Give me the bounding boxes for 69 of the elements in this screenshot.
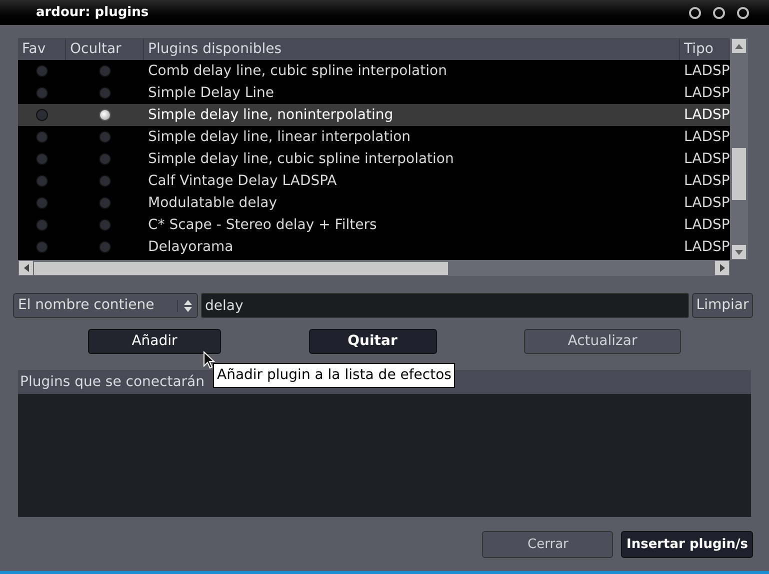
action-button[interactable]: Añadir (88, 329, 221, 354)
plugin-name: Modulatable delay (147, 194, 278, 212)
plugin-row[interactable]: Simple Delay Line LADSP (18, 82, 730, 104)
clear-button[interactable]: Limpiar (692, 293, 753, 318)
window-control-icon[interactable] (689, 6, 701, 18)
filter-mode-dropdown[interactable]: El nombre contiene (13, 293, 198, 318)
plugin-name: Simple delay line, noninterpolating (147, 106, 394, 124)
action-button[interactable]: Actualizar (524, 329, 681, 354)
scroll-left-icon[interactable] (19, 261, 33, 275)
column-header[interactable]: Tipo (680, 38, 714, 60)
plugin-row[interactable]: Simple delay line, noninterpolating LADSP (18, 104, 730, 126)
hide-radio[interactable] (99, 241, 111, 253)
scroll-down-icon[interactable] (732, 245, 746, 259)
favorite-radio[interactable] (36, 153, 48, 165)
window-control-icon[interactable] (713, 6, 725, 18)
favorite-radio[interactable] (36, 131, 48, 143)
hide-radio[interactable] (99, 153, 111, 165)
plugin-row[interactable]: Calf Vintage Delay LADSPA LADSP (18, 170, 730, 192)
favorite-radio[interactable] (36, 65, 48, 77)
plugin-name: Calf Vintage Delay LADSPA (147, 172, 338, 190)
favorite-radio[interactable] (36, 219, 48, 231)
plugin-row[interactable]: Modulatable delay LADSP (18, 192, 730, 214)
favorite-radio[interactable] (36, 197, 48, 209)
plugin-type: LADSP (683, 172, 730, 190)
footer-button[interactable]: Cerrar (482, 531, 614, 558)
hide-radio[interactable] (99, 131, 111, 143)
plugin-name: Simple delay line, linear interpolation (147, 128, 412, 146)
plugin-type: LADSP (683, 194, 730, 212)
plugin-name: Comb delay line, cubic spline interpolation (147, 62, 448, 80)
panel-title: Plugins que se conectarán (20, 372, 205, 392)
filter-field[interactable]: delay (201, 293, 689, 318)
hide-radio[interactable] (99, 219, 111, 231)
vertical-scrollbar[interactable] (730, 38, 748, 260)
footer-button[interactable]: Insertar plugin/s (621, 531, 753, 558)
plugin-type: LADSP (683, 84, 730, 102)
plugin-row[interactable]: Simple delay line, cubic spline interpolation LADSP (18, 148, 730, 170)
plugin-type: LADSP (683, 106, 730, 124)
action-button[interactable]: Quitar (308, 329, 436, 354)
plugin-row[interactable]: C* Scape - Stereo delay + Filters LADSP (18, 214, 730, 236)
scroll-up-icon[interactable] (732, 39, 746, 53)
window-control-icon[interactable] (737, 6, 749, 18)
horizontal-scrollbar[interactable] (18, 260, 730, 276)
plugin-row[interactable]: Comb delay line, cubic spline interpolation LADSP (18, 60, 730, 82)
hide-radio[interactable] (99, 109, 111, 121)
scroll-thumb[interactable] (34, 262, 448, 274)
scroll-right-icon[interactable] (715, 261, 729, 275)
plugin-type: LADSP (683, 150, 730, 168)
scroll-thumb[interactable] (732, 148, 746, 200)
tooltip: Añadir plugin a la lista de efectos (213, 363, 456, 388)
plugin-row[interactable]: Simple delay line, linear interpolation LADSP (18, 126, 730, 148)
hide-radio[interactable] (99, 87, 111, 99)
favorite-radio[interactable] (36, 241, 48, 253)
plugin-row[interactable]: Delayorama LADSP (18, 236, 730, 258)
plugin-type: LADSP (683, 128, 730, 146)
hide-radio[interactable] (99, 197, 111, 209)
hide-radio[interactable] (99, 65, 111, 77)
plugin-type: LADSP (683, 216, 730, 234)
hide-radio[interactable] (99, 175, 111, 187)
plugin-name: Simple delay line, cubic spline interpolation (147, 150, 455, 168)
plugin-type: LADSP (683, 62, 730, 80)
favorite-radio[interactable] (36, 109, 48, 121)
favorite-radio[interactable] (36, 87, 48, 99)
plugin-name: Simple Delay Line (147, 84, 276, 102)
plugin-type: LADSP (683, 238, 730, 256)
mouse-cursor-icon (203, 351, 215, 369)
window-title: ardour: plugins (36, 4, 149, 22)
plugin-name: C* Scape - Stereo delay + Filters (147, 216, 378, 234)
favorite-radio[interactable] (36, 175, 48, 187)
plugin-name: Delayorama (147, 238, 234, 256)
